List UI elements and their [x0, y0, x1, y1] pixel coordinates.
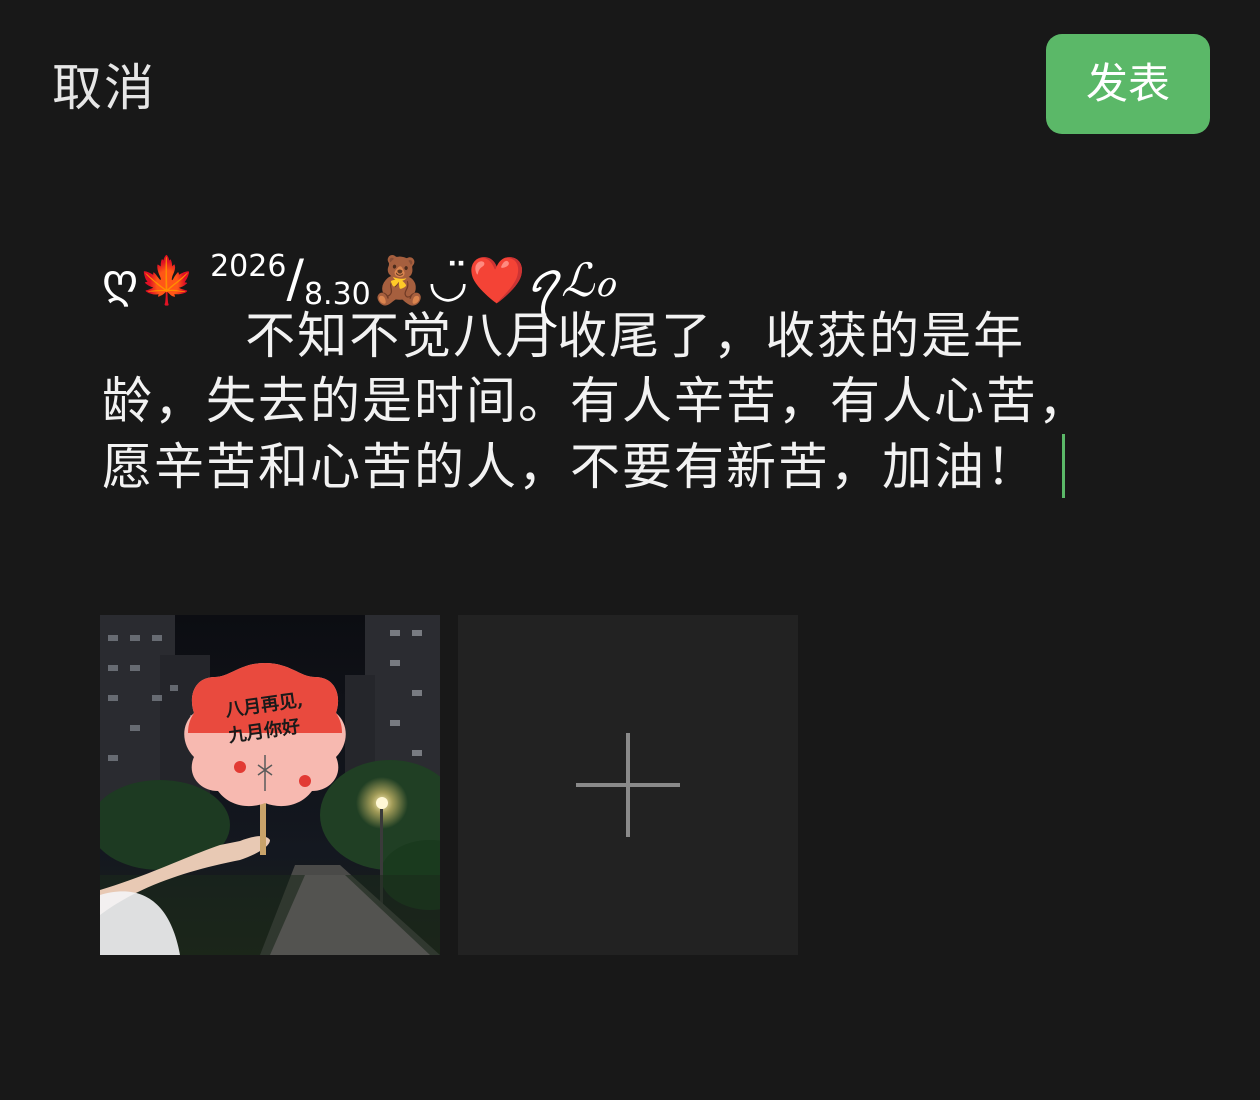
- heart-icon: ❤️: [468, 253, 526, 307]
- deco-suffix: ꪖℒℴ: [525, 253, 616, 307]
- plus-icon-vertical: [626, 733, 630, 837]
- teddy-bear-icon: 🧸: [370, 253, 429, 307]
- post-body-text: 不知不觉八月收尾了，收获的是年龄，失去的是时间。有人辛苦，有人心苦，愿辛苦和心苦…: [102, 304, 1112, 500]
- deco-prefix: ღ: [102, 253, 139, 307]
- maple-leaf-icon: 🍁: [138, 253, 196, 307]
- cancel-button[interactable]: 取消: [52, 56, 156, 120]
- date-year: 2026: [210, 249, 287, 284]
- add-photo-button[interactable]: [458, 615, 798, 955]
- post-body: 不知不觉八月收尾了，收获的是年龄，失去的是时间。有人辛苦，有人心苦，愿辛苦和心苦…: [102, 307, 1090, 496]
- decorative-date-line: ღ🍁 2026/8.30🧸◡̈❤️ꪖℒℴ: [102, 232, 1112, 312]
- attached-photo-thumbnail[interactable]: 八月再见, 九月你好: [100, 615, 440, 955]
- kaomoji: ◡̈: [428, 253, 469, 307]
- date-slash: /: [286, 249, 304, 309]
- post-text-editor[interactable]: ღ🍁 2026/8.30🧸◡̈❤️ꪖℒℴ 不知不觉八月收尾了，收获的是年龄，失去…: [102, 232, 1112, 500]
- publish-button[interactable]: 发表: [1046, 34, 1210, 134]
- text-caret: [1062, 434, 1065, 498]
- night-street-photo: 八月再见, 九月你好: [100, 615, 440, 955]
